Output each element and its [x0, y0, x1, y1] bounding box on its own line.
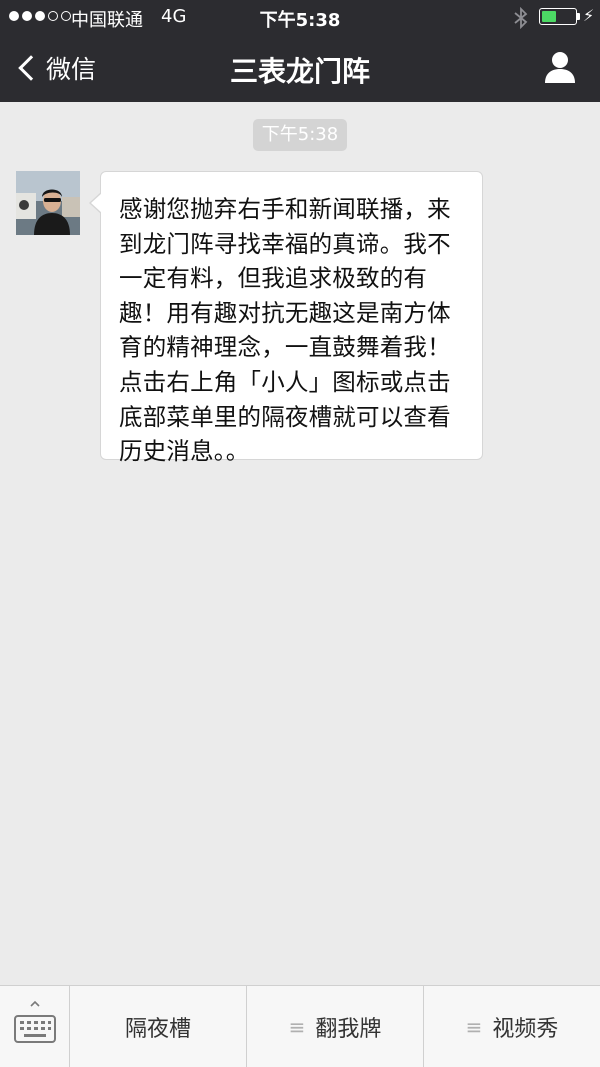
message-text: 感谢您抛弃右手和新闻联播，来到龙门阵寻找幸福的真谛。我不一定有料，但我追求极致的… [119, 195, 451, 466]
person-icon [545, 52, 575, 83]
menu-item-label: 隔夜槽 [124, 1016, 191, 1042]
menu-item-fanwopai[interactable]: ≡ 翻我牌 [247, 986, 424, 1067]
menu-item-shipinxiu[interactable]: ≡ 视频秀 [424, 986, 600, 1067]
battery-level [542, 11, 557, 22]
battery-tip [577, 13, 580, 20]
submenu-icon: ≡ [465, 1014, 483, 1039]
bluetooth-icon [514, 7, 528, 29]
keyboard-toggle-button[interactable] [0, 986, 70, 1067]
avatar[interactable] [16, 171, 80, 235]
charging-icon: ⚡ [583, 6, 595, 25]
menu-item-label: 视频秀 [492, 1016, 559, 1042]
avatar-image [16, 171, 80, 235]
top-bar: 中国联通 4G 下午5:38 ⚡ 微信 三表龙门阵 [0, 0, 600, 102]
profile-button[interactable] [540, 48, 580, 88]
submenu-icon: ≡ [288, 1014, 306, 1039]
status-time: 下午5:38 [259, 10, 341, 31]
page-title: 三表龙门阵 [229, 55, 370, 88]
menu-item-label: 翻我牌 [315, 1016, 382, 1042]
battery-icon [539, 8, 577, 25]
message-bubble[interactable]: 感谢您抛弃右手和新闻联播，来到龙门阵寻找幸福的真谛。我不一定有料，但我追求极致的… [100, 171, 483, 465]
keyboard-icon [14, 1000, 56, 1043]
nav-bar: 微信 三表龙门阵 [0, 34, 600, 102]
chat-timestamp: 下午5:38 [253, 119, 347, 151]
status-bar: 中国联通 4G 下午5:38 ⚡ [0, 0, 600, 34]
bottom-menu-bar: 隔夜槽 ≡ 翻我牌 ≡ 视频秀 [0, 985, 600, 1067]
menu-item-geyecao[interactable]: 隔夜槽 [70, 986, 247, 1067]
bubble-tail-fill [91, 193, 102, 213]
